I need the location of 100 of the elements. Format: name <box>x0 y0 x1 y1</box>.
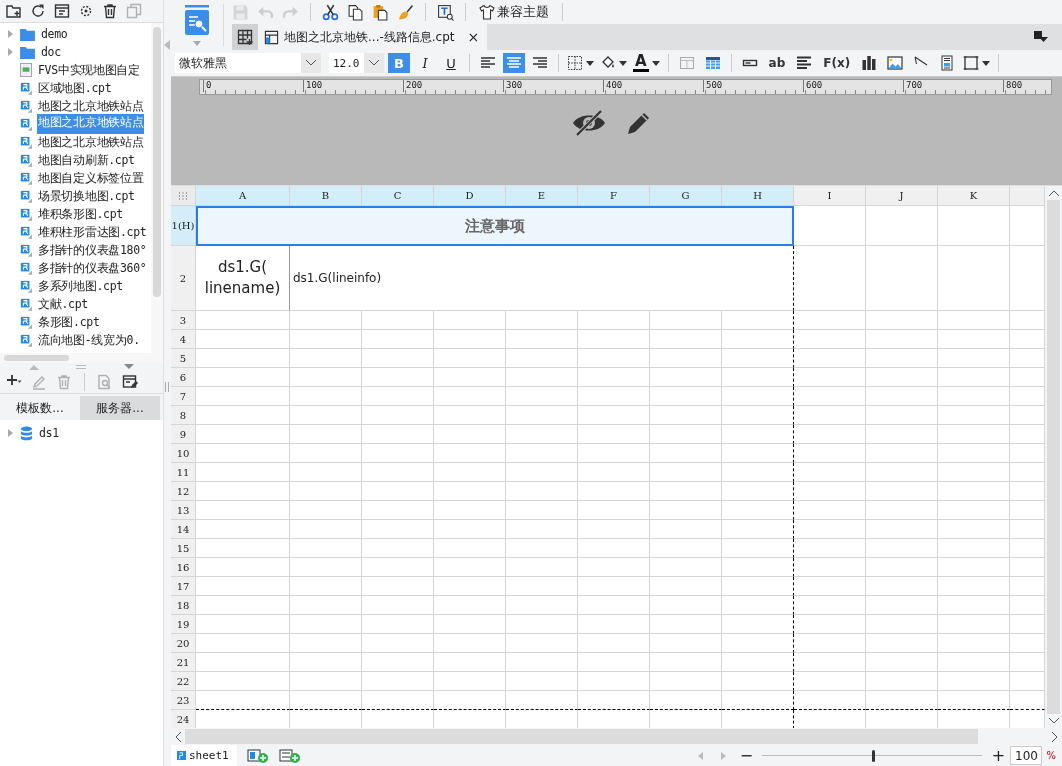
font-select[interactable]: 微软雅黑 <box>175 53 321 73</box>
column-header[interactable]: D <box>434 186 506 206</box>
table-cell[interactable] <box>722 634 794 653</box>
row-header[interactable]: 1(H) <box>171 206 196 246</box>
zoom-field[interactable]: 100 <box>1010 746 1043 765</box>
close-button[interactable]: × <box>467 29 480 45</box>
scissors-icon[interactable] <box>322 3 339 21</box>
dataset-item[interactable]: ds1 <box>38 425 60 441</box>
file-tree-item[interactable]: 文献.cpt <box>37 296 89 312</box>
row-header[interactable]: 17 <box>171 577 196 596</box>
row-header[interactable]: 3 <box>171 311 196 330</box>
column-header[interactable]: C <box>362 186 434 206</box>
table-cell[interactable] <box>722 520 794 539</box>
table-cell[interactable] <box>722 539 794 558</box>
italic-button[interactable]: I <box>414 53 436 73</box>
column-header[interactable]: A <box>196 186 290 206</box>
table-cell[interactable] <box>722 311 794 330</box>
add-sheet-icon[interactable] <box>246 748 269 763</box>
scroll-right-icon[interactable] <box>1052 731 1058 742</box>
file-tree-item[interactable]: 场景切换地图.cpt <box>37 188 136 204</box>
row-header[interactable]: 15 <box>171 539 196 558</box>
align-center-button[interactable] <box>503 53 525 73</box>
table-cell[interactable] <box>722 596 794 615</box>
previous-sheet-icon[interactable] <box>698 751 704 760</box>
scrollbar-thumb[interactable] <box>1047 200 1060 714</box>
file-tree-item[interactable]: 多指针的仪表盘180° <box>37 242 148 258</box>
row-header[interactable]: 18 <box>171 596 196 615</box>
border-box-button[interactable] <box>962 53 992 73</box>
editor-tab[interactable]: 地图之北京地铁...-线路信息.cpt × <box>258 24 488 50</box>
text-search-icon[interactable] <box>437 3 454 21</box>
add-dashboard-icon[interactable] <box>278 748 301 763</box>
slider-thumb[interactable] <box>872 749 876 762</box>
row-header[interactable]: 20 <box>171 634 196 653</box>
toolbar-text-button[interactable]: ab <box>764 56 790 70</box>
column-header[interactable]: K <box>938 186 1010 206</box>
file-tree-item[interactable]: 条形图.cpt <box>37 314 101 330</box>
row-header[interactable]: 14 <box>171 520 196 539</box>
table-cell[interactable]: ds1.G(lineinfo) <box>290 246 794 311</box>
column-header[interactable]: B <box>290 186 362 206</box>
file-tree-item[interactable]: demo <box>40 26 69 42</box>
table-cell[interactable] <box>722 653 794 672</box>
row-header[interactable]: 21 <box>171 653 196 672</box>
table-cell[interactable]: 注意事项 <box>196 206 794 246</box>
file-tree-item[interactable]: 多指针的仪表盘360° <box>37 260 148 276</box>
table-cell[interactable] <box>722 482 794 501</box>
file-tree-item[interactable]: 堆积条形图.cpt <box>37 206 124 222</box>
sheet-tab[interactable]: sheet1 <box>171 745 237 766</box>
row-header[interactable]: 10 <box>171 444 196 463</box>
file-tree-item[interactable]: 流向地图-线宽为0. <box>37 332 141 348</box>
new-report-button[interactable] <box>232 24 258 50</box>
scrollbar-thumb[interactable] <box>4 355 69 361</box>
row-header[interactable]: 19 <box>171 615 196 634</box>
row-header[interactable]: 5 <box>171 349 196 368</box>
row-header[interactable]: 11 <box>171 463 196 482</box>
row-header[interactable]: 12 <box>171 482 196 501</box>
row-header[interactable]: 4 <box>171 330 196 349</box>
toolbar-text-button[interactable]: F(x) <box>819 56 855 70</box>
scrollbar-thumb[interactable] <box>153 27 161 297</box>
file-tree-item[interactable]: 多系列地图.cpt <box>37 278 124 294</box>
row-header[interactable]: 7 <box>171 387 196 406</box>
next-sheet-icon[interactable] <box>721 751 727 760</box>
table-cell[interactable] <box>722 349 794 368</box>
row-header[interactable]: 23 <box>171 691 196 710</box>
new-folder-icon[interactable] <box>6 3 22 19</box>
dataset-edit-icon[interactable] <box>122 374 138 390</box>
expand-arrow-icon[interactable] <box>6 48 14 56</box>
file-tree-item[interactable]: 地图自定义标签位置 <box>37 170 145 186</box>
font-size-select[interactable]: 12.0 <box>329 53 384 73</box>
table-cell[interactable] <box>722 558 794 577</box>
file-tree-item[interactable]: 地图之北京地铁站点 <box>37 134 145 150</box>
preview-document-icon[interactable] <box>185 4 209 35</box>
table-cell[interactable] <box>722 425 794 444</box>
panel-tab[interactable]: 服务器... <box>80 396 160 420</box>
drag-handle-icon[interactable] <box>164 382 170 392</box>
file-tree-item[interactable]: 堆积柱形雷达图.cpt <box>37 224 148 240</box>
eye-off-icon[interactable] <box>571 109 607 137</box>
table-cell[interactable] <box>722 463 794 482</box>
caret-icon[interactable] <box>193 40 201 46</box>
column-header[interactable]: J <box>866 186 938 206</box>
column-header[interactable]: F <box>578 186 650 206</box>
underline-button[interactable]: U <box>440 53 462 73</box>
template-icon[interactable] <box>54 3 70 19</box>
row-header[interactable]: 22 <box>171 672 196 691</box>
file-tree-item[interactable]: FVS中实现地图自定 <box>37 62 141 78</box>
zoom-out-button[interactable]: − <box>738 746 755 765</box>
table-cell[interactable] <box>722 577 794 596</box>
theme-button[interactable]: 兼容主题 <box>477 3 551 21</box>
gear-icon[interactable] <box>78 3 94 19</box>
table-cell[interactable] <box>722 501 794 520</box>
table-cell[interactable] <box>722 444 794 463</box>
column-header[interactable]: H <box>722 186 794 206</box>
select-all-button[interactable] <box>171 186 196 206</box>
row-header[interactable]: 6 <box>171 368 196 387</box>
scrollbar-thumb[interactable] <box>185 729 978 744</box>
column-header[interactable]: E <box>506 186 578 206</box>
file-tree-item[interactable]: 地图之北京地铁站点 <box>37 98 145 114</box>
row-header[interactable]: 16 <box>171 558 196 577</box>
row-header[interactable]: 9 <box>171 425 196 444</box>
scroll-up-icon[interactable] <box>1048 190 1059 196</box>
paste-icon[interactable] <box>372 3 389 21</box>
